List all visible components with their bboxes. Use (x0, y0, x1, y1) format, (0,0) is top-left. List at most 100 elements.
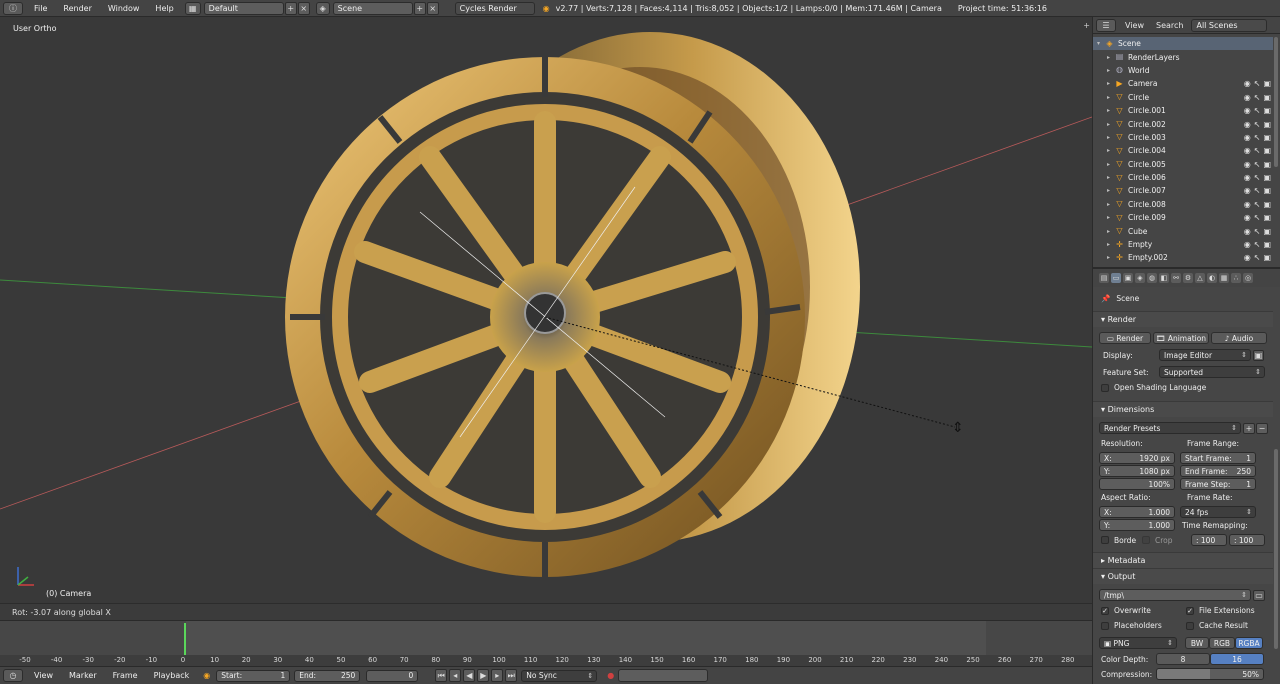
cursor-icon[interactable]: ↖ (1254, 120, 1261, 129)
cache-result-checkbox[interactable] (1186, 621, 1194, 630)
end-frame-prop-field[interactable]: End Frame: 250 (1180, 465, 1256, 477)
particles-tab-icon[interactable]: ∴ (1231, 273, 1241, 283)
scene-icon[interactable]: ◈ (315, 1, 330, 15)
menu-frame[interactable]: Frame (105, 671, 146, 680)
frame-rate-dropdown[interactable]: 24 fps (1180, 506, 1256, 518)
depth-16-button[interactable]: 16 (1210, 653, 1264, 665)
cursor-icon[interactable]: ↖ (1254, 93, 1261, 102)
outliner-item[interactable]: ▸ ▽ Circle.004 ◉ ↖ ▣ (1093, 144, 1273, 157)
eye-icon[interactable]: ◉ (1244, 106, 1251, 115)
scene-tab-icon[interactable]: ◈ (1135, 273, 1145, 283)
expand-toggle-icon[interactable]: ▸ (1107, 67, 1115, 74)
outliner-item[interactable]: ▸ ✛ Empty.002 ◉ ↖ ▣ (1093, 251, 1273, 264)
current-frame-field[interactable]: 0 (366, 669, 419, 682)
eye-icon[interactable]: ◉ (1244, 253, 1251, 262)
output-panel-header[interactable]: ▾ Output (1093, 568, 1273, 584)
osl-checkbox[interactable] (1101, 383, 1109, 392)
modifiers-tab-icon[interactable]: ⚙ (1183, 273, 1193, 283)
render-button[interactable]: ▭ Render (1099, 332, 1151, 344)
render-tab-icon[interactable]: ▭ (1111, 273, 1121, 283)
eye-icon[interactable]: ◉ (1244, 240, 1251, 249)
expand-toggle-icon[interactable]: ▸ (1107, 254, 1115, 261)
camera-render-icon[interactable]: ▣ (1263, 79, 1271, 88)
next-keyframe-icon[interactable]: ▸ (491, 669, 504, 682)
expand-toggle-icon[interactable]: ▸ (1107, 161, 1115, 168)
animation-button[interactable]: 🎞 Animation (1153, 332, 1209, 344)
overwrite-checkbox[interactable]: ✓ (1101, 606, 1109, 615)
remove-layout-button[interactable]: × (297, 1, 310, 15)
aspect-x-field[interactable]: X: 1.000 (1099, 506, 1175, 518)
menu-window[interactable]: Window (100, 4, 148, 13)
timeline-cursor[interactable] (184, 623, 186, 657)
outliner-item[interactable]: ▸ ▤ RenderLayers (1093, 50, 1273, 63)
camera-render-icon[interactable]: ▣ (1263, 200, 1271, 209)
outliner-menu-view[interactable]: View (1119, 21, 1150, 30)
layers-tab-icon[interactable]: ▣ (1123, 273, 1133, 283)
sync-selector[interactable]: No Sync (521, 669, 598, 682)
eye-icon[interactable]: ◉ (1244, 213, 1251, 222)
eye-icon[interactable]: ◉ (1244, 133, 1251, 142)
outliner-item[interactable]: ▸ ▽ Circle.003 ◉ ↖ ▣ (1093, 131, 1273, 144)
menu-view[interactable]: View (26, 671, 61, 680)
expand-toggle-icon[interactable]: ▸ (1107, 174, 1115, 181)
crop-checkbox[interactable] (1142, 536, 1150, 544)
feature-set-dropdown[interactable]: Supported (1159, 366, 1265, 378)
layout-selector[interactable]: Default (203, 1, 284, 15)
camera-render-icon[interactable]: ▣ (1263, 120, 1271, 129)
cursor-icon[interactable]: ↖ (1254, 173, 1261, 182)
outliner-item[interactable]: ▸ ◍ World (1093, 64, 1273, 77)
remap-new-field[interactable]: : 100 (1229, 534, 1265, 546)
outliner-item[interactable]: ▸ ▽ Circle.007 ◉ ↖ ▣ (1093, 184, 1273, 197)
menu-render[interactable]: Render (55, 4, 99, 13)
output-path-field[interactable]: /tmp\ (1099, 589, 1251, 601)
outliner-item[interactable]: ▸ ✛ Empty ◉ ↖ ▣ (1093, 238, 1273, 251)
start-frame-field[interactable]: Start: 1 (216, 669, 291, 682)
outliner-item[interactable]: ▸ ▶ Camera ◉ ↖ ▣ (1093, 77, 1273, 90)
play-icon[interactable]: ▶ (477, 669, 490, 682)
render-panel-header[interactable]: ▾ Render (1093, 311, 1273, 327)
prev-keyframe-icon[interactable]: ◂ (449, 669, 462, 682)
outliner-item[interactable]: ▸ ▽ Circle.001 ◉ ↖ ▣ (1093, 104, 1273, 117)
camera-render-icon[interactable]: ▣ (1263, 146, 1271, 155)
file-extensions-checkbox[interactable]: ✓ (1186, 606, 1194, 615)
autokey-record-icon[interactable]: ● (607, 671, 614, 680)
dimensions-panel-header[interactable]: ▾ Dimensions (1093, 401, 1273, 417)
expand-toggle-icon[interactable]: ▸ (1107, 80, 1115, 87)
cursor-icon[interactable]: ↖ (1254, 200, 1261, 209)
cursor-icon[interactable]: ↖ (1254, 160, 1261, 169)
play-reverse-icon[interactable]: ◀ (463, 669, 476, 682)
resolution-x-field[interactable]: X: 1920 px (1099, 452, 1175, 464)
rgb-button[interactable]: RGB (1209, 637, 1235, 649)
depth-8-button[interactable]: 8 (1156, 653, 1210, 665)
aspect-y-field[interactable]: Y: 1.000 (1099, 519, 1175, 531)
outliner-item[interactable]: ▸ ▽ Circle.006 ◉ ↖ ▣ (1093, 171, 1273, 184)
screen-layout-icon[interactable]: ▦ (184, 1, 201, 15)
object-tab-icon[interactable]: ◧ (1159, 273, 1169, 283)
display-lock-icon[interactable]: ▣ (1253, 349, 1264, 361)
camera-render-icon[interactable]: ▣ (1263, 186, 1271, 195)
camera-render-icon[interactable]: ▣ (1263, 173, 1271, 182)
timeline[interactable]: -50 -40 -30 -20 -10 0 10 20 30 40 50 60 70 80 90 100 110… (0, 620, 1092, 667)
placeholders-checkbox[interactable] (1101, 621, 1109, 630)
editor-type-icon[interactable]: ⓘ (3, 1, 23, 15)
camera-render-icon[interactable]: ▣ (1263, 227, 1271, 236)
remap-old-field[interactable]: : 100 (1191, 534, 1227, 546)
menu-help[interactable]: Help (147, 4, 181, 13)
properties-scrollbar[interactable] (1274, 449, 1278, 649)
outliner-filter[interactable]: All Scenes (1191, 18, 1268, 32)
cursor-icon[interactable]: ↖ (1254, 186, 1261, 195)
keying-set-field[interactable] (618, 669, 709, 682)
eye-icon[interactable]: ◉ (1244, 79, 1251, 88)
material-tab-icon[interactable]: ◐ (1207, 273, 1217, 283)
texture-tab-icon[interactable]: ▦ (1219, 273, 1229, 283)
menu-file[interactable]: File (26, 4, 55, 13)
expand-toggle-icon[interactable]: ▾ (1097, 40, 1105, 47)
expand-toggle-icon[interactable]: ▸ (1107, 201, 1115, 208)
expand-toggle-icon[interactable]: ▸ (1107, 134, 1115, 141)
cursor-icon[interactable]: ↖ (1254, 133, 1261, 142)
expand-toggle-icon[interactable]: ▸ (1107, 241, 1115, 248)
frame-step-field[interactable]: Frame Step: 1 (1180, 478, 1256, 490)
outliner-item[interactable]: ▸ ▽ Circle ◉ ↖ ▣ (1093, 91, 1273, 104)
outliner-item[interactable]: ▸ ▽ Circle.009 ◉ ↖ ▣ (1093, 211, 1273, 224)
jump-start-icon[interactable]: ⏮ (435, 669, 448, 682)
